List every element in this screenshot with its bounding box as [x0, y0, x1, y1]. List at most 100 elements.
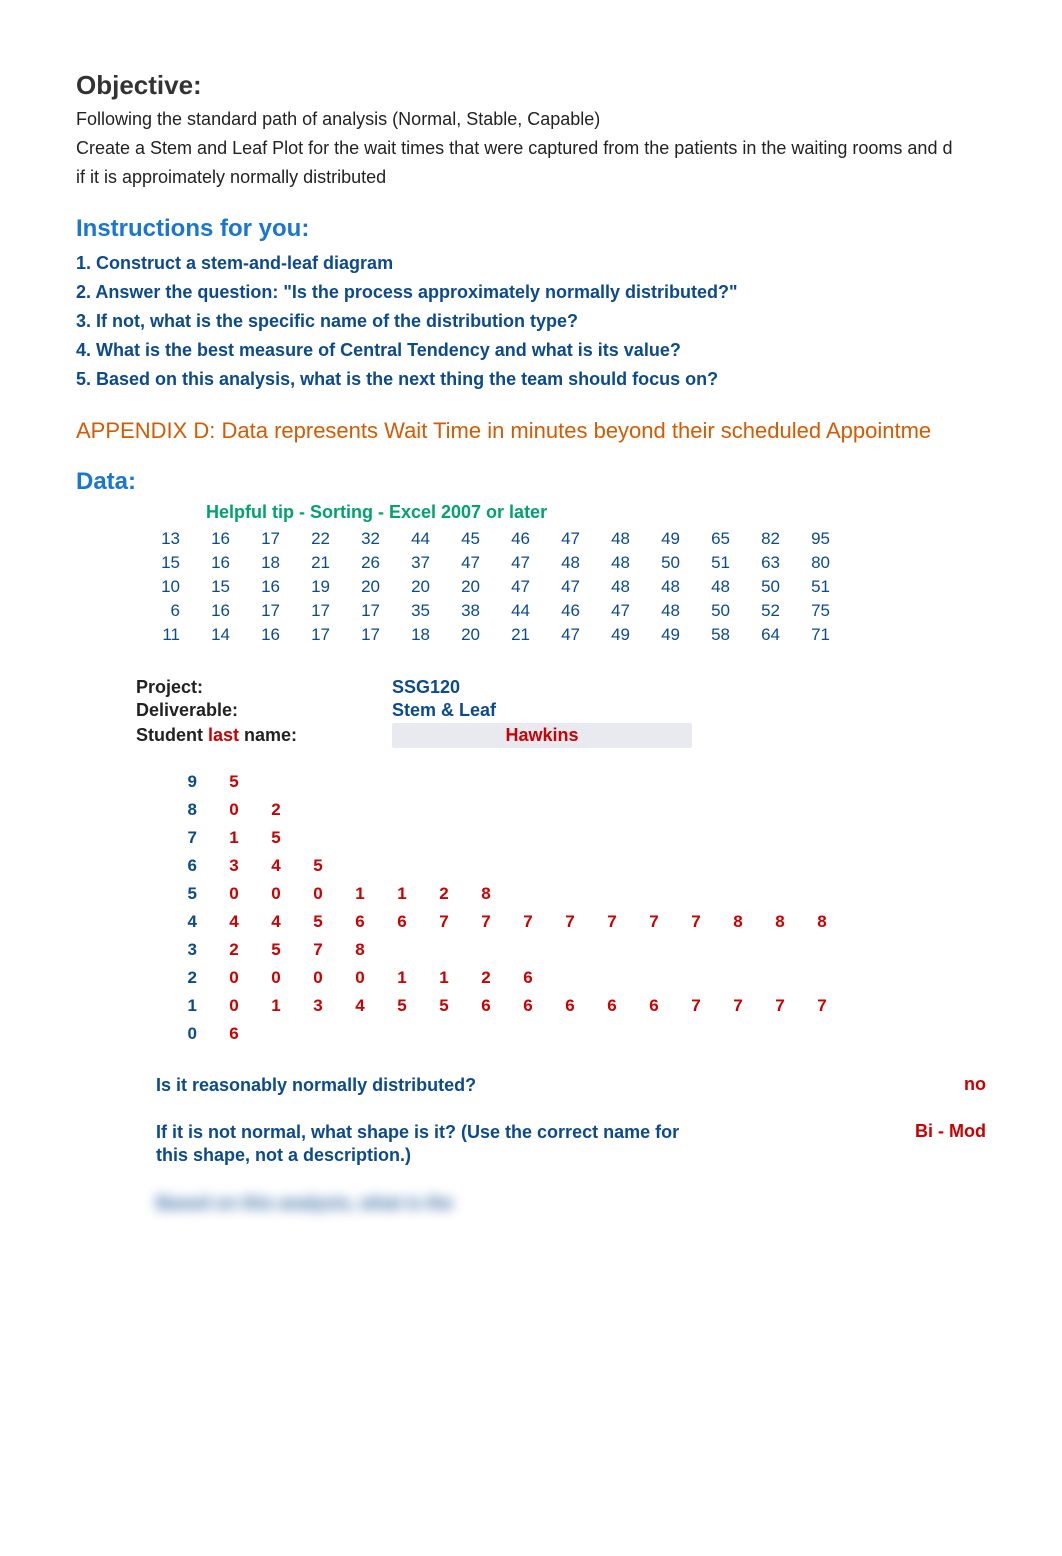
leaf-cell: 4	[255, 908, 297, 936]
data-cell: 48	[586, 527, 636, 551]
leaf-cell: 8	[339, 936, 381, 964]
leaf-cell	[381, 936, 423, 964]
data-cell: 32	[336, 527, 386, 551]
data-cell: 48	[586, 551, 636, 575]
instructions-heading: Instructions for you:	[76, 215, 1062, 243]
data-cell: 17	[336, 623, 386, 647]
leaf-cell: 2	[423, 880, 465, 908]
data-cell: 51	[686, 551, 736, 575]
leaf-cell: 6	[633, 992, 675, 1020]
data-cell: 48	[686, 575, 736, 599]
stem-leaf-row: 06	[156, 1020, 843, 1048]
leaf-cell	[549, 852, 591, 880]
objective-line2: Create a Stem and Leaf Plot for the wait…	[76, 136, 1062, 161]
leaf-cell	[633, 880, 675, 908]
data-cell: 46	[536, 599, 586, 623]
leaf-cell: 5	[423, 992, 465, 1020]
stem-cell: 7	[156, 824, 213, 852]
leaf-cell: 0	[213, 796, 255, 824]
instruction-item: 5. Based on this analysis, what is the n…	[76, 369, 1062, 390]
data-cell: 80	[786, 551, 836, 575]
data-cell: 21	[486, 623, 536, 647]
instruction-item: 2. Answer the question: "Is the process …	[76, 282, 1062, 303]
data-cell: 21	[286, 551, 336, 575]
leaf-cell: 5	[255, 824, 297, 852]
leaf-cell	[507, 796, 549, 824]
leaf-cell: 7	[675, 908, 717, 936]
leaf-cell	[633, 964, 675, 992]
leaf-cell	[591, 852, 633, 880]
leaf-cell	[675, 796, 717, 824]
leaf-cell	[423, 936, 465, 964]
leaf-cell	[675, 1020, 717, 1048]
stem-leaf-row: 95	[156, 768, 843, 796]
instruction-item: 3. If not, what is the specific name of …	[76, 311, 1062, 332]
leaf-cell	[465, 824, 507, 852]
data-cell: 38	[436, 599, 486, 623]
leaf-cell	[297, 768, 339, 796]
leaf-cell	[381, 852, 423, 880]
data-cell: 17	[336, 599, 386, 623]
data-cell: 52	[736, 599, 786, 623]
leaf-cell: 4	[255, 852, 297, 880]
leaf-cell	[339, 1020, 381, 1048]
leaf-cell: 1	[381, 964, 423, 992]
stem-leaf-row: 1013455666667777	[156, 992, 843, 1020]
leaf-cell: 7	[465, 908, 507, 936]
leaf-cell	[549, 824, 591, 852]
leaf-cell: 2	[465, 964, 507, 992]
leaf-cell: 1	[213, 824, 255, 852]
leaf-cell	[507, 852, 549, 880]
leaf-cell	[801, 880, 843, 908]
leaf-cell: 0	[213, 964, 255, 992]
leaf-cell	[591, 1020, 633, 1048]
leaf-cell	[465, 1020, 507, 1048]
leaf-cell: 5	[297, 852, 339, 880]
student-label-red: last	[208, 725, 239, 745]
data-table-row: 1516182126374747484850516380	[136, 551, 836, 575]
leaf-cell	[801, 796, 843, 824]
qa-question-3: Based on this analysis, what is the	[156, 1192, 696, 1215]
leaf-cell: 6	[507, 964, 549, 992]
leaf-cell: 7	[507, 908, 549, 936]
leaf-cell	[759, 936, 801, 964]
leaf-cell	[339, 768, 381, 796]
data-heading: Data:	[76, 468, 1062, 496]
data-cell: 48	[586, 575, 636, 599]
leaf-cell: 7	[801, 992, 843, 1020]
data-cell: 35	[386, 599, 436, 623]
data-table: 1316172232444546474849658295151618212637…	[136, 527, 836, 647]
data-cell: 13	[136, 527, 186, 551]
data-cell: 16	[236, 575, 286, 599]
leaf-cell	[591, 936, 633, 964]
leaf-cell	[297, 1020, 339, 1048]
leaf-cell: 0	[255, 880, 297, 908]
student-label-post: name:	[239, 725, 297, 745]
leaf-cell	[591, 880, 633, 908]
leaf-cell	[717, 936, 759, 964]
leaf-cell	[423, 824, 465, 852]
leaf-cell	[465, 852, 507, 880]
instruction-item: 1. Construct a stem-and-leaf diagram	[76, 253, 1062, 274]
appendix-heading: APPENDIX D: Data represents Wait Time in…	[76, 418, 1062, 444]
leaf-cell	[675, 880, 717, 908]
leaf-cell: 8	[801, 908, 843, 936]
data-cell: 50	[636, 551, 686, 575]
data-cell: 49	[586, 623, 636, 647]
data-cell: 26	[336, 551, 386, 575]
leaf-cell: 0	[297, 964, 339, 992]
data-cell: 17	[286, 599, 336, 623]
qa-answer-1: no	[866, 1074, 986, 1095]
data-cell: 48	[636, 575, 686, 599]
leaf-cell	[549, 880, 591, 908]
data-cell: 20	[436, 623, 486, 647]
stem-cell: 0	[156, 1020, 213, 1048]
stem-cell: 4	[156, 908, 213, 936]
leaf-cell	[507, 824, 549, 852]
leaf-cell: 7	[633, 908, 675, 936]
data-table-row: 616171717353844464748505275	[136, 599, 836, 623]
data-cell: 82	[736, 527, 786, 551]
data-cell: 14	[186, 623, 236, 647]
leaf-cell	[801, 768, 843, 796]
sorting-tip: Helpful tip - Sorting - Excel 2007 or la…	[206, 502, 1062, 523]
